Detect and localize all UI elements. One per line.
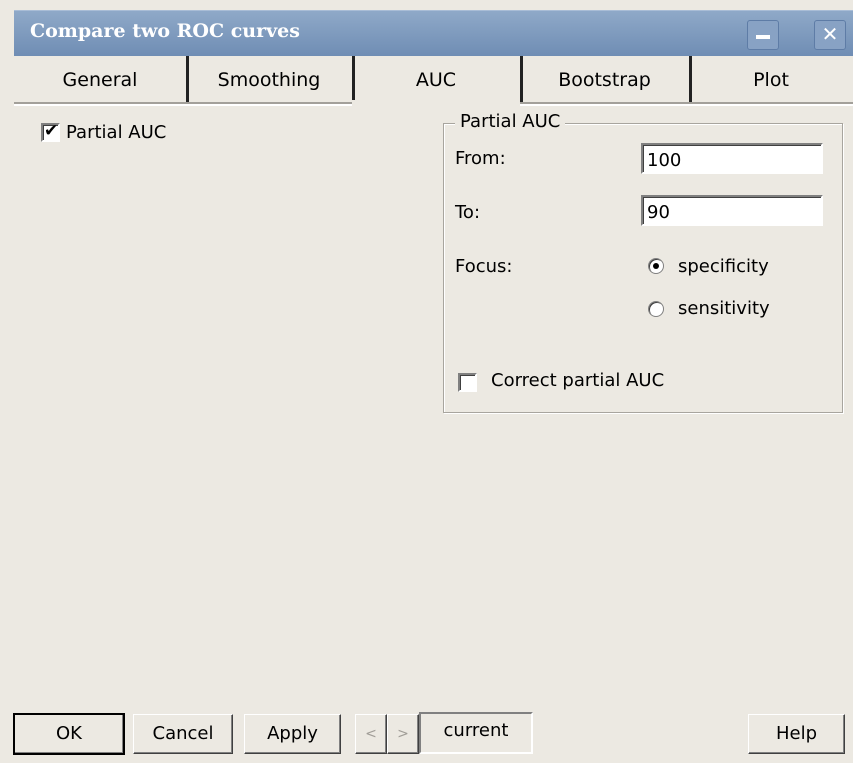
tab-label: General — [62, 69, 138, 91]
close-icon[interactable]: ✕ — [814, 20, 846, 50]
tab-label: Smoothing — [217, 69, 321, 91]
tab-label: Plot — [753, 69, 789, 91]
from-label: From: — [455, 148, 506, 169]
sensitivity-radio[interactable] — [648, 301, 664, 317]
minimize-icon[interactable] — [747, 20, 779, 50]
tab-smoothing[interactable]: Smoothing — [186, 56, 355, 104]
specificity-radio[interactable] — [648, 258, 664, 274]
tab-label: Bootstrap — [558, 69, 651, 91]
help-button[interactable]: Help — [748, 714, 845, 754]
specificity-radio-label[interactable]: specificity — [678, 256, 769, 277]
sensitivity-radio-label[interactable]: sensitivity — [678, 298, 770, 319]
apply-button[interactable]: Apply — [244, 714, 341, 754]
radio-selected-dot — [653, 263, 659, 269]
tab-plot[interactable]: Plot — [689, 56, 853, 104]
window-title: Compare two ROC curves — [30, 20, 300, 42]
partial-auc-group-title: Partial AUC — [455, 111, 566, 132]
active-tab-gap — [352, 100, 520, 108]
check-icon: ✔ — [44, 121, 59, 141]
tab-general[interactable]: General — [14, 56, 189, 104]
tab-auc[interactable]: AUC — [352, 56, 523, 104]
correct-partial-auc-label[interactable]: Correct partial AUC — [491, 370, 664, 391]
partial-auc-checkbox-label[interactable]: Partial AUC — [66, 122, 166, 143]
partial-auc-checkbox[interactable]: ✔ — [41, 121, 60, 142]
to-label: To: — [455, 202, 481, 223]
title-bar[interactable]: Compare two ROC curves ✕ — [14, 10, 853, 56]
tab-label: AUC — [415, 69, 457, 91]
correct-partial-auc-checkbox[interactable] — [458, 373, 477, 392]
cancel-button[interactable]: Cancel — [133, 714, 233, 754]
previous-button[interactable]: < — [355, 714, 387, 754]
current-indicator: current — [419, 712, 533, 754]
to-input[interactable]: 90 — [641, 195, 823, 226]
from-input[interactable]: 100 — [641, 143, 823, 174]
focus-label: Focus: — [455, 256, 513, 277]
dialog-window: Compare two ROC curves ✕ General Smoothi… — [0, 0, 853, 763]
ok-button[interactable]: OK — [13, 713, 125, 755]
next-button[interactable]: > — [387, 714, 419, 754]
tab-bootstrap[interactable]: Bootstrap — [520, 56, 692, 104]
